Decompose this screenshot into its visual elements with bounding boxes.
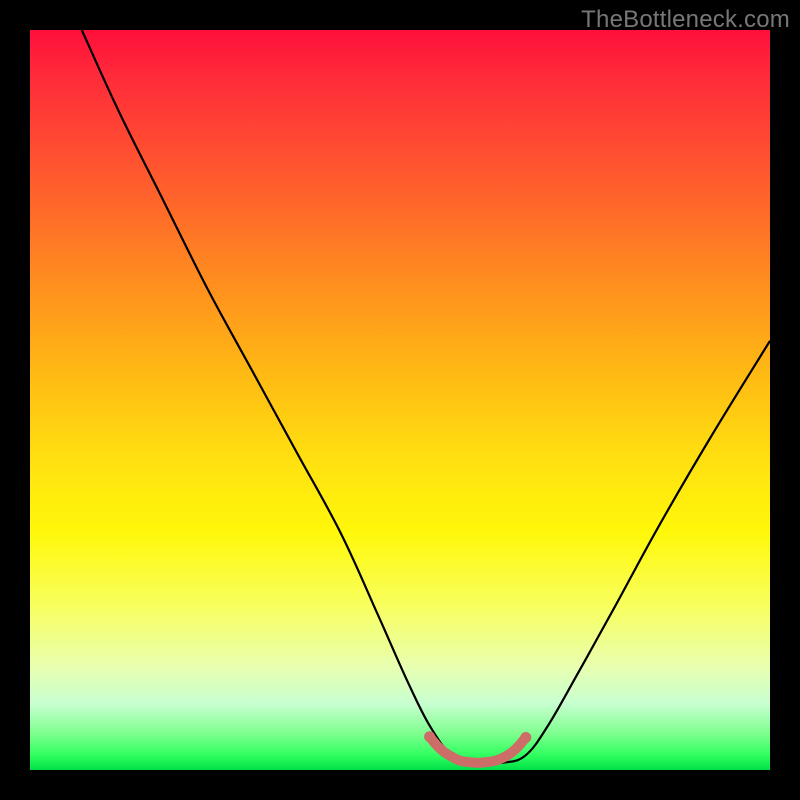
- trough-endpoint-right: [520, 732, 531, 743]
- trough-highlight: [430, 737, 526, 763]
- bottleneck-curve: [82, 30, 770, 764]
- plot-area: [30, 30, 770, 770]
- curve-svg: [30, 30, 770, 770]
- trough-endpoint-left: [424, 731, 435, 742]
- chart-frame: TheBottleneck.com: [0, 0, 800, 800]
